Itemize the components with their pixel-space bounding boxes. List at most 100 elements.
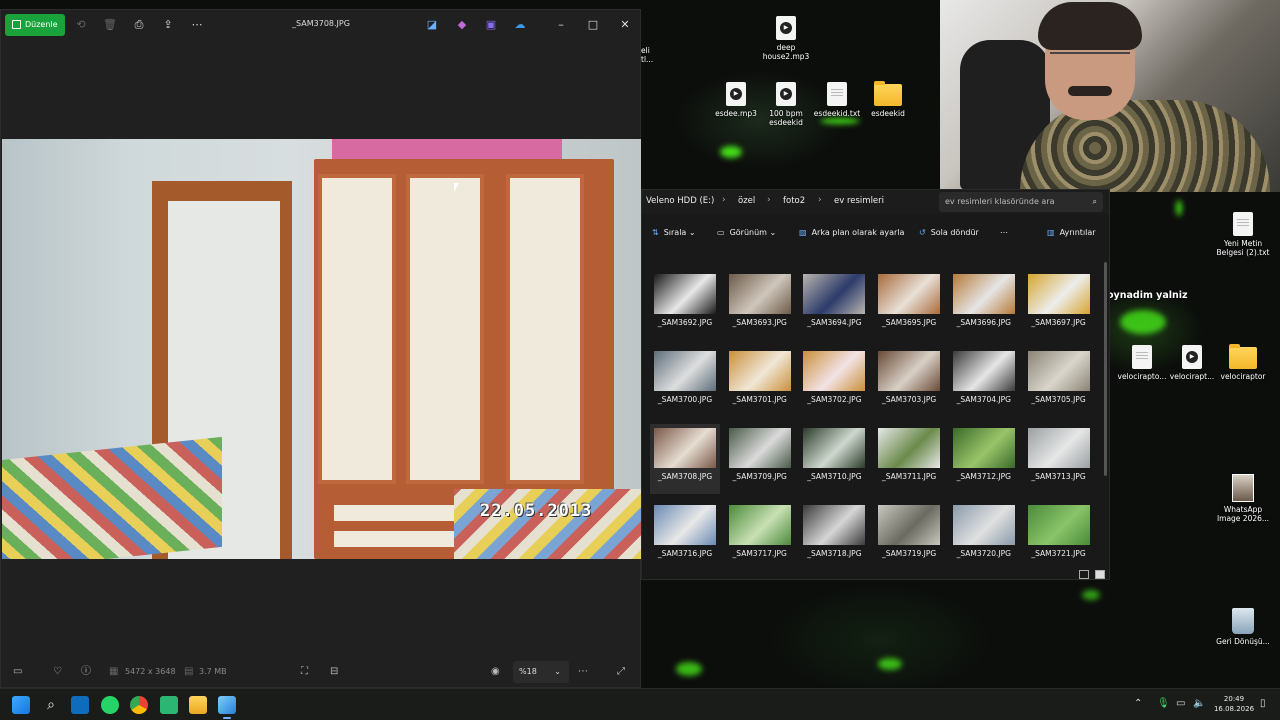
edit-button[interactable]: Düzenle <box>5 14 65 36</box>
thumbnail-filename: _SAM3718.JPG <box>807 549 862 558</box>
app-icon[interactable] <box>160 696 178 714</box>
thumbnail-item[interactable]: _SAM3711.JPG <box>874 424 944 494</box>
thumbnail-filename: _SAM3700.JPG <box>657 395 713 404</box>
thumbnail-item[interactable]: _SAM3696.JPG <box>949 270 1019 340</box>
designer-icon[interactable]: ◪ <box>425 18 439 32</box>
thumbnail-item[interactable]: _SAM3713.JPG <box>1024 424 1094 494</box>
thumbnail-item[interactable]: _SAM3719.JPG <box>874 501 944 571</box>
desktop-icon-recycle-bin[interactable]: Geri Dönüşü... <box>1213 608 1273 646</box>
rotate-icon[interactable]: ⟲ <box>74 18 88 32</box>
photo-canvas[interactable]: 22.05.2013 <box>2 139 641 559</box>
breadcrumb-ev-resimleri[interactable]: ev resimleri <box>834 196 884 206</box>
clipchamp-icon[interactable]: ▣ <box>484 18 498 32</box>
microphone-icon[interactable]: 🎙 <box>1157 698 1170 709</box>
more-commands-button[interactable]: ⋯ <box>1000 228 1008 237</box>
search-input[interactable]: ev resimleri klasöründe ara ⌕ <box>939 192 1103 212</box>
onedrive-icon[interactable]: ☁ <box>513 18 527 32</box>
camera-icon[interactable]: ◉ <box>491 666 500 678</box>
thumbnail-item[interactable]: _SAM3705.JPG <box>1024 347 1094 417</box>
partial-desktop-label: eli tl... <box>641 46 654 64</box>
close-icon[interactable]: ✕ <box>618 18 632 32</box>
filmstrip-icon[interactable]: ▭ <box>13 666 22 678</box>
fullscreen-icon[interactable]: ⤢ <box>617 666 625 678</box>
thumbnail-image <box>728 274 791 314</box>
chrome-icon[interactable] <box>130 696 148 714</box>
neon-glow <box>1082 590 1100 600</box>
delete-icon[interactable]: 🗑 <box>103 18 117 32</box>
thumbnail-item[interactable]: _SAM3694.JPG <box>799 270 869 340</box>
wardrobe-door <box>506 174 584 484</box>
clock[interactable]: 20:49 16.08.2026 <box>1212 694 1256 714</box>
mp3-file-icon: ▶ <box>1182 345 1202 369</box>
thumbnail-item[interactable]: _SAM3697.JPG <box>1024 270 1094 340</box>
thumbnail-item[interactable]: _SAM3721.JPG <box>1024 501 1094 571</box>
details-view-icon[interactable] <box>1079 570 1089 579</box>
ai-edit-icon[interactable]: ◆ <box>455 18 469 32</box>
show-hidden-icons[interactable]: ⌃ <box>1134 698 1142 709</box>
compare-icon[interactable]: ⊟ <box>330 666 338 678</box>
thumbnail-item[interactable]: _SAM3701.JPG <box>725 347 795 417</box>
wardrobe-door <box>318 174 396 484</box>
thumbnail-item[interactable]: _SAM3718.JPG <box>799 501 869 571</box>
thumbnail-item[interactable]: _SAM3704.JPG <box>949 347 1019 417</box>
more-options-icon[interactable]: ⋯ <box>578 666 588 678</box>
mp3-file-icon: ▶ <box>776 82 796 106</box>
crop-fit-icon[interactable]: ⛶ <box>301 666 308 678</box>
file-explorer-icon[interactable] <box>189 696 207 714</box>
thumbnail-item[interactable]: _SAM3709.JPG <box>725 424 795 494</box>
breadcrumb-drive[interactable]: Veleno HDD (E:) <box>646 196 714 206</box>
thumbnail-item[interactable]: _SAM3700.JPG <box>650 347 720 417</box>
thumbnail-image <box>952 274 1015 314</box>
address-bar[interactable]: Veleno HDD (E:) › özel › foto2 › ev resi… <box>642 190 1109 214</box>
thumbnail-item[interactable]: _SAM3720.JPG <box>949 501 1019 571</box>
more-icon: ⋯ <box>1000 228 1008 237</box>
info-icon[interactable]: ⓘ <box>81 666 91 678</box>
search-icon[interactable]: ⌕ <box>42 696 60 714</box>
notification-icon[interactable]: ▯ <box>1260 698 1266 709</box>
desktop-icon-whatsapp-image[interactable]: WhatsApp Image 2026... <box>1213 474 1273 523</box>
whatsapp-icon[interactable] <box>101 696 119 714</box>
thumbnail-item[interactable]: _SAM3710.JPG <box>799 424 869 494</box>
clock-time: 20:49 <box>1223 695 1245 703</box>
zoom-dropdown[interactable]: %18 ⌄ <box>513 661 569 683</box>
webcam-person-body <box>1020 100 1270 192</box>
desktop-icon-deep-house[interactable]: ▶ deep house2.mp3 <box>756 16 816 61</box>
outlook-icon[interactable] <box>71 696 89 714</box>
view-icon: ▭ <box>717 228 725 237</box>
thumbnail-image <box>878 428 941 468</box>
breadcrumb-foto2[interactable]: foto2 <box>783 196 805 206</box>
thumbnail-item[interactable]: _SAM3703.JPG <box>874 347 944 417</box>
print-icon[interactable]: ⎙ <box>132 18 146 32</box>
view-button[interactable]: ▭ Görünüm ⌄ <box>717 228 776 237</box>
set-background-button[interactable]: ▨ Arka plan olarak ayarla <box>799 228 904 237</box>
thumbnail-item[interactable]: _SAM3712.JPG <box>949 424 1019 494</box>
vertical-scrollbar[interactable] <box>1104 262 1107 476</box>
start-icon[interactable] <box>12 696 30 714</box>
thumbnail-item[interactable]: _SAM3717.JPG <box>725 501 795 571</box>
minimize-icon[interactable]: – <box>554 18 568 32</box>
desktop-icon-esdeekid-folder[interactable]: esdeekid <box>858 81 918 118</box>
thumbnail-item[interactable]: _SAM3692.JPG <box>650 270 720 340</box>
desktop-icon-yeni-metin[interactable]: Yeni Metin Belgesi (2).txt <box>1213 212 1273 257</box>
desktop-icon-velociraptor-folder[interactable]: velociraptor <box>1213 344 1273 381</box>
thumbnail-item[interactable]: _SAM3702.JPG <box>799 347 869 417</box>
more-icon[interactable]: ⋯ <box>190 18 204 32</box>
thumbnail-item[interactable]: _SAM3708.JPG <box>650 424 720 494</box>
thumbnail-item[interactable]: _SAM3693.JPG <box>725 270 795 340</box>
thumbnail-item[interactable]: _SAM3695.JPG <box>874 270 944 340</box>
breadcrumb-ozel[interactable]: özel <box>738 196 755 206</box>
share-icon[interactable]: ⇪ <box>161 18 175 32</box>
rotate-left-button[interactable]: ↺ Sola döndür <box>919 228 979 237</box>
thumbnail-filename: _SAM3716.JPG <box>657 549 713 558</box>
thumbnail-image <box>878 351 941 391</box>
favorite-icon[interactable]: ♡ <box>53 666 62 678</box>
maximize-icon[interactable]: □ <box>586 18 600 32</box>
details-button[interactable]: ▥ Ayrıntılar <box>1047 228 1096 237</box>
network-icon[interactable]: ▭ <box>1176 698 1185 709</box>
thumbnail-view-icon[interactable] <box>1095 570 1105 579</box>
text-file-icon <box>1233 212 1253 236</box>
photos-icon[interactable] <box>218 696 236 719</box>
thumbnail-item[interactable]: _SAM3716.JPG <box>650 501 720 571</box>
sort-button[interactable]: ⇅ Sırala ⌄ <box>652 228 696 237</box>
volume-icon[interactable]: 🔈 <box>1193 698 1205 709</box>
